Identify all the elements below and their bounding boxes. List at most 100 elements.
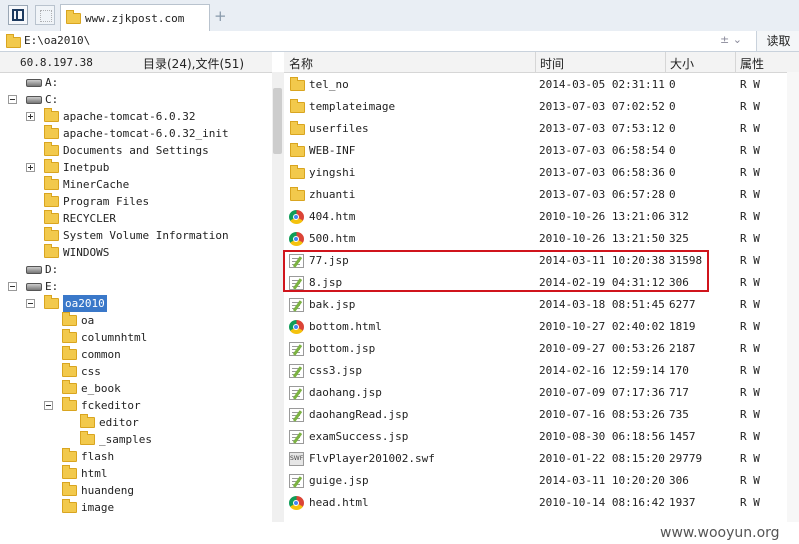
tree-node-label: Inetpub xyxy=(63,161,110,174)
tree-node-label: e_book xyxy=(81,382,121,395)
file-row[interactable]: 404.htm 2010-10-26 13:21:06 312 R W xyxy=(284,206,799,228)
file-time: 2010-10-27 02:40:02 xyxy=(539,320,665,333)
column-name[interactable]: 名称 xyxy=(289,55,313,72)
file-row[interactable]: examSuccess.jsp 2010-08-30 06:18:56 1457 R … xyxy=(284,426,799,448)
file-row[interactable]: tel_no 2014-03-05 02:31:11 0 R W xyxy=(284,74,799,96)
file-row[interactable]: css3.jsp 2014-02-16 12:59:14 170 R W xyxy=(284,360,799,382)
address-input[interactable]: E:\oa2010\ xyxy=(24,34,90,47)
file-time: 2010-07-09 07:17:36 xyxy=(539,386,665,399)
tree-node-label: html xyxy=(81,467,108,480)
file-list-scrollbar[interactable] xyxy=(787,72,799,522)
html-file-icon xyxy=(289,210,304,224)
folder-icon xyxy=(44,159,59,173)
file-row[interactable]: templateimage 2013-07-03 07:02:52 0 R W xyxy=(284,96,799,118)
file-size: 1819 xyxy=(669,320,696,333)
tree-node-label: E: xyxy=(45,280,59,293)
file-row[interactable]: userfiles 2013-07-03 07:53:12 0 R W xyxy=(284,118,799,140)
file-name: zhuanti xyxy=(309,188,356,201)
item-counts: 目录(24),文件(51) xyxy=(143,57,245,71)
tree-node-label: A: xyxy=(45,76,59,89)
file-row[interactable]: head.html 2010-10-14 08:16:42 1937 R W xyxy=(284,492,799,514)
file-attr: R W xyxy=(740,342,760,355)
folder-icon xyxy=(62,397,77,411)
file-time: 2010-07-16 08:53:26 xyxy=(539,408,665,421)
tab-active[interactable]: www.zjkpost.com xyxy=(60,4,210,31)
file-time: 2010-10-26 13:21:50 xyxy=(539,232,665,245)
file-row[interactable]: SWF FlvPlayer201002.swf 2010-01-22 08:15:2… xyxy=(284,448,799,470)
folder-icon xyxy=(62,346,77,360)
drive-icon xyxy=(26,79,42,87)
file-row[interactable]: WEB-INF 2013-07-03 06:58:54 0 R W xyxy=(284,140,799,162)
file-row[interactable]: zhuanti 2013-07-03 06:57:28 0 R W xyxy=(284,184,799,206)
file-time: 2013-07-03 06:57:28 xyxy=(539,188,665,201)
file-row[interactable]: bak.jsp 2014-03-18 08:51:45 6277 R W xyxy=(284,294,799,316)
collapse-icon[interactable] xyxy=(8,95,17,104)
highlight-box xyxy=(283,250,709,292)
file-time: 2010-01-22 08:15:20 xyxy=(539,452,665,465)
file-row[interactable]: bottom.jsp 2010-09-27 00:53:26 2187 R W xyxy=(284,338,799,360)
collapse-icon[interactable] xyxy=(44,401,53,410)
sidebar-toggle-button[interactable] xyxy=(8,5,28,25)
expand-icon[interactable] xyxy=(26,163,35,172)
address-dropdown[interactable]: ± ⌄ xyxy=(720,33,742,46)
file-name: css3.jsp xyxy=(309,364,362,377)
tree-header: 60.8.197.38 目录(24),文件(51) xyxy=(0,52,272,73)
folder-icon xyxy=(44,227,59,241)
tree-node-label: oa2010 xyxy=(63,295,107,312)
file-row[interactable]: daohangRead.jsp 2010-07-16 08:53:26 735 R W xyxy=(284,404,799,426)
file-name: daohangRead.jsp xyxy=(309,408,409,421)
file-name: tel_no xyxy=(309,78,349,91)
folder-icon xyxy=(44,193,59,207)
file-attr: R W xyxy=(740,496,760,509)
file-row[interactable]: yingshi 2013-07-03 06:58:36 0 R W xyxy=(284,162,799,184)
folder-icon xyxy=(44,108,59,122)
folder-icon xyxy=(44,210,59,224)
file-list-header: 名称 时间 大小 属性 xyxy=(284,52,799,73)
tree-node-label: WINDOWS xyxy=(63,246,110,259)
folder-icon xyxy=(80,431,95,445)
read-button[interactable]: 读取 xyxy=(756,31,799,51)
new-tab-button[interactable]: + xyxy=(214,7,227,25)
collapse-icon[interactable] xyxy=(26,299,35,308)
file-row[interactable]: 500.htm 2010-10-26 13:21:50 325 R W xyxy=(284,228,799,250)
file-size: 2187 xyxy=(669,342,696,355)
tree-node-label: Program Files xyxy=(63,195,150,208)
column-attr[interactable]: 属性 xyxy=(740,55,764,72)
column-time[interactable]: 时间 xyxy=(540,55,564,72)
file-row[interactable]: bottom.html 2010-10-27 02:40:02 1819 R W xyxy=(284,316,799,338)
file-time: 2010-10-26 13:21:06 xyxy=(539,210,665,223)
drive-icon xyxy=(26,96,42,104)
tree-node-label: editor xyxy=(99,416,139,429)
folder-icon xyxy=(44,142,59,156)
file-row[interactable]: guige.jsp 2014-03-11 10:20:20 306 R W xyxy=(284,470,799,492)
tree-node-label: _samples xyxy=(99,433,152,446)
jsp-file-icon xyxy=(289,430,304,444)
tree-node-label: Documents and Settings xyxy=(63,144,209,157)
expand-icon[interactable] xyxy=(26,112,35,121)
file-size: 717 xyxy=(669,386,689,399)
file-attr: R W xyxy=(740,298,760,311)
tree-node-label: huandeng xyxy=(81,484,134,497)
tree-node-label: MinerCache xyxy=(63,178,130,191)
collapse-icon[interactable] xyxy=(8,282,17,291)
file-time: 2013-07-03 06:58:36 xyxy=(539,166,665,179)
folder-icon xyxy=(290,121,305,135)
tree-node-label: D: xyxy=(45,263,59,276)
jsp-file-icon xyxy=(289,342,304,356)
file-attr: R W xyxy=(740,166,760,179)
file-attr: R W xyxy=(740,232,760,245)
folder-icon xyxy=(62,499,77,513)
tree-scroll-thumb[interactable] xyxy=(273,88,282,154)
tab-preview-button[interactable] xyxy=(35,5,55,25)
file-size: 170 xyxy=(669,364,689,377)
column-size[interactable]: 大小 xyxy=(670,55,694,72)
file-name: yingshi xyxy=(309,166,356,179)
file-row[interactable]: daohang.jsp 2010-07-09 07:17:36 717 R W xyxy=(284,382,799,404)
folder-icon xyxy=(290,77,305,91)
file-name: templateimage xyxy=(309,100,396,113)
file-attr: R W xyxy=(740,276,760,289)
swf-file-icon: SWF xyxy=(289,452,304,466)
tree-node-label: flash xyxy=(81,450,115,463)
file-attr: R W xyxy=(740,364,760,377)
folder-icon xyxy=(290,165,305,179)
